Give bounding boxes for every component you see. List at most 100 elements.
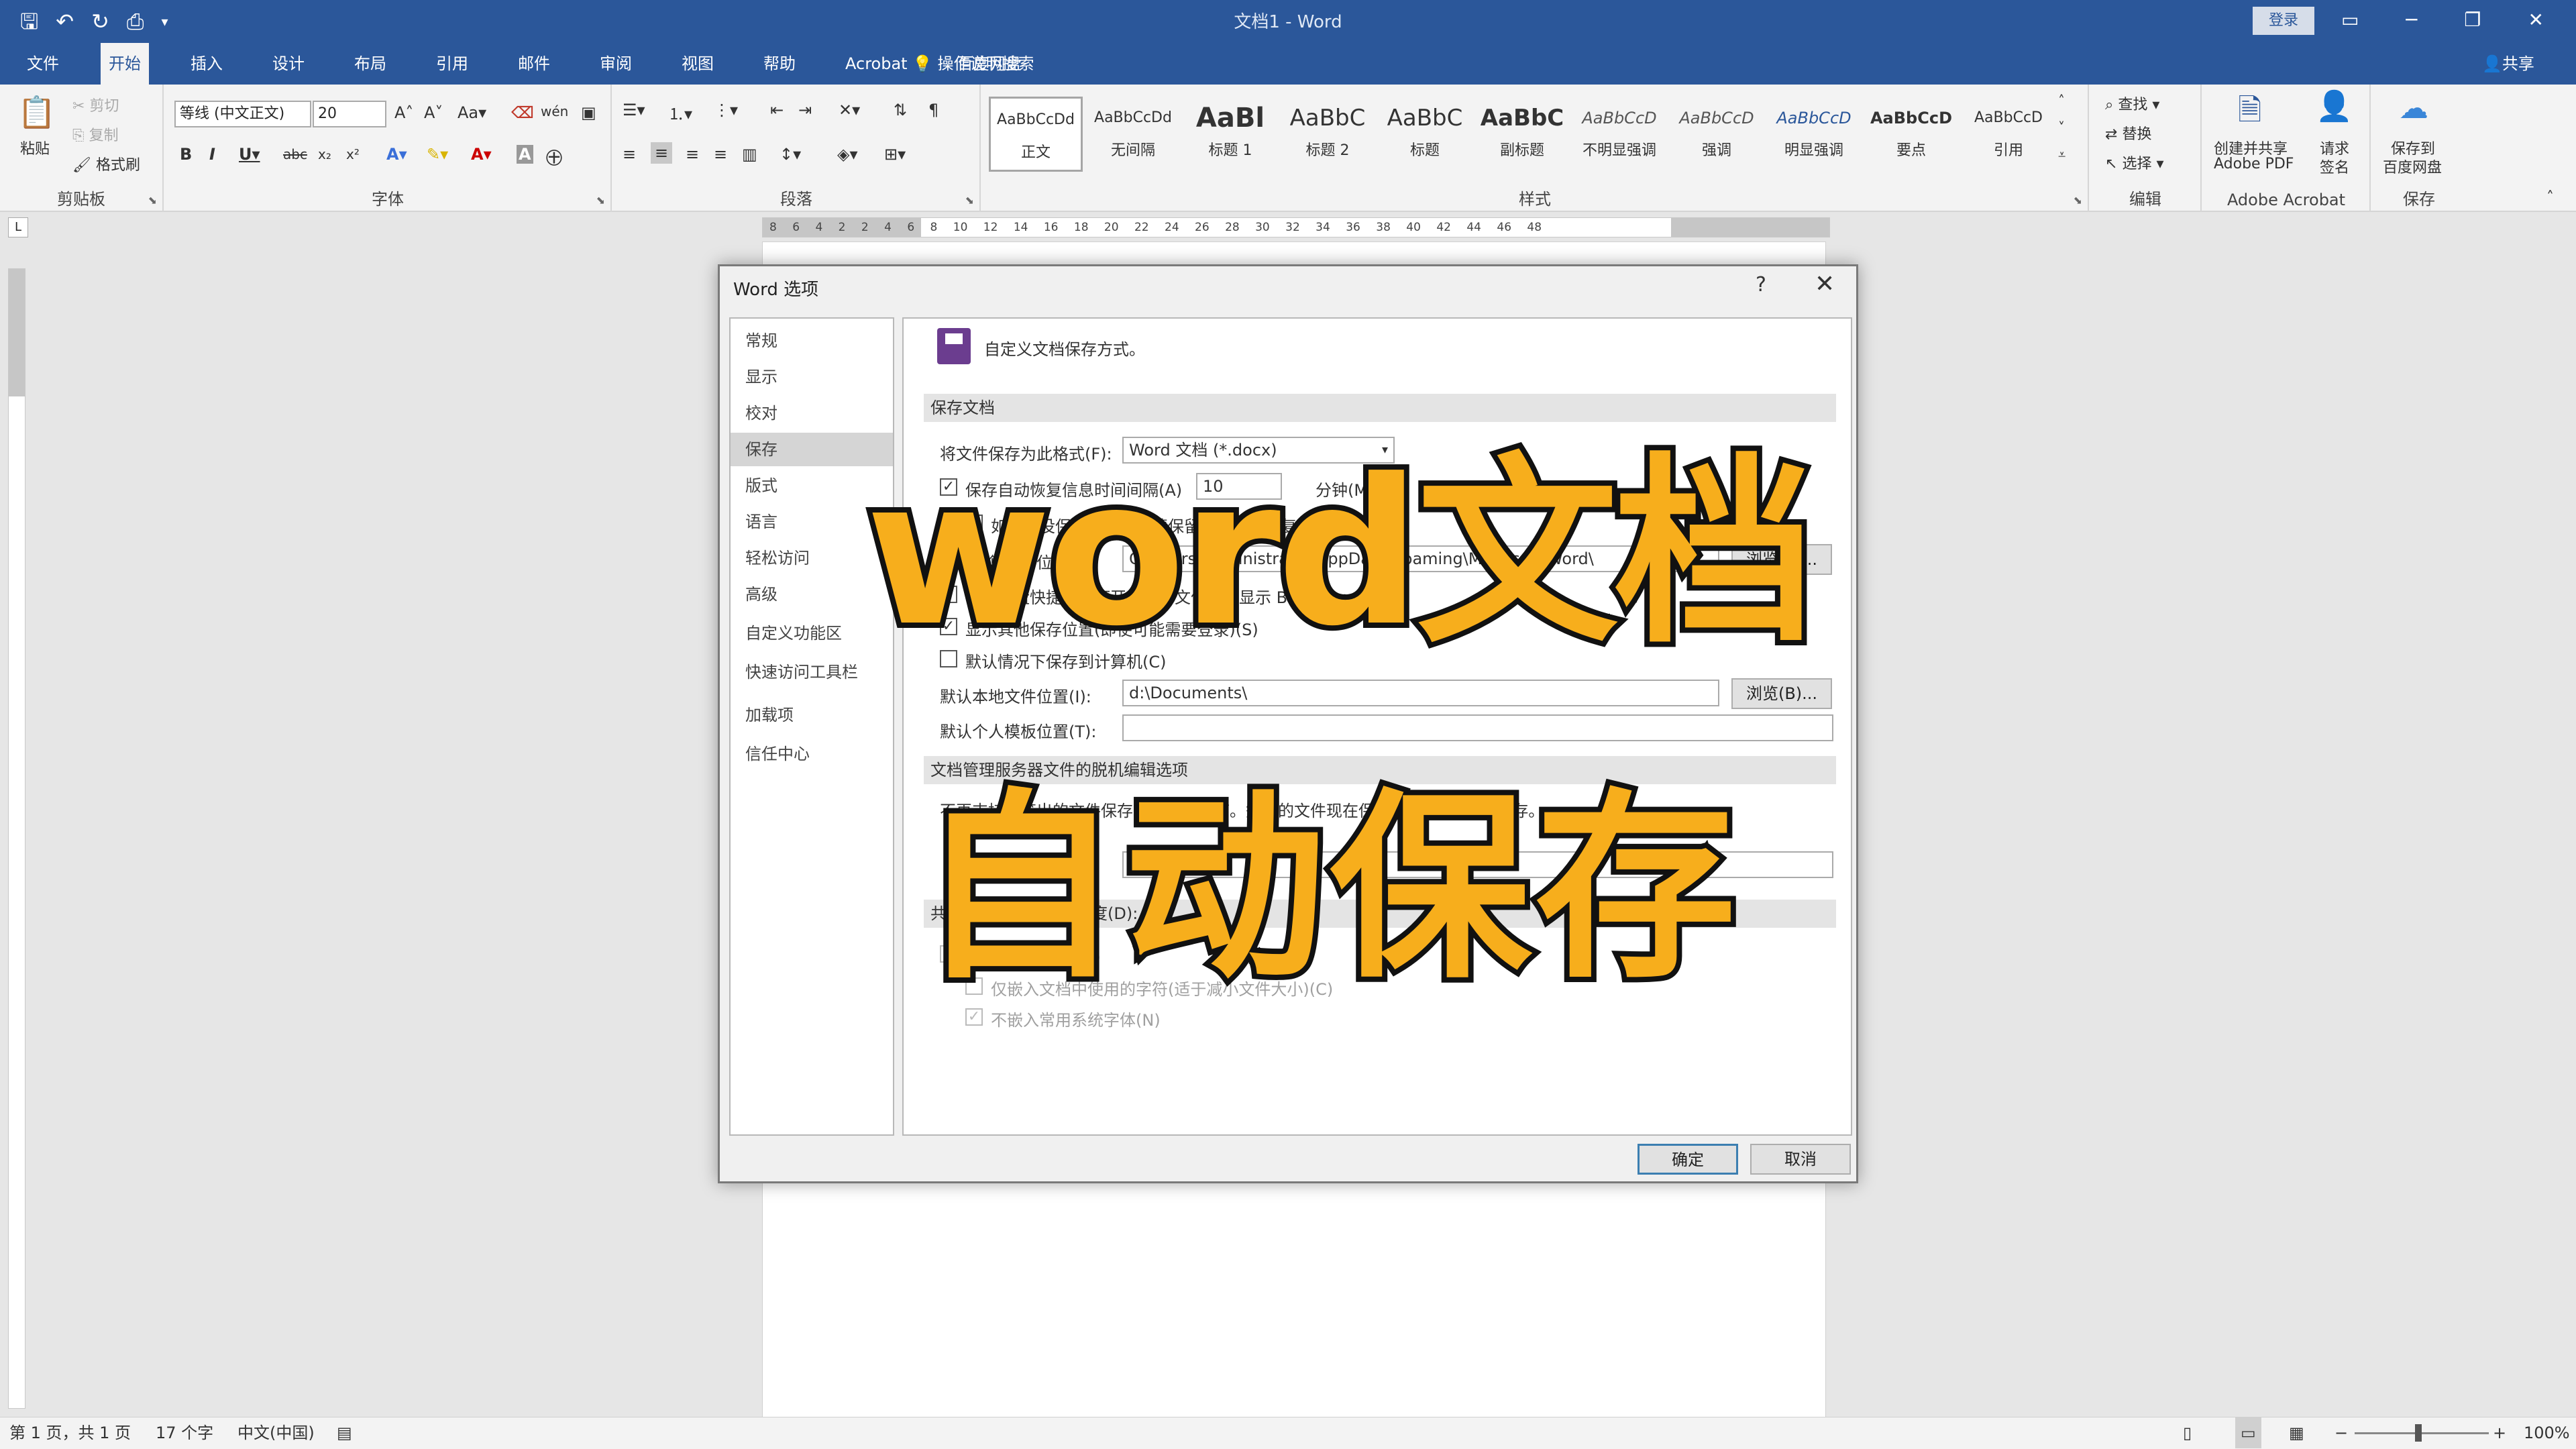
gallery-down-icon[interactable]: ˅ — [2058, 119, 2065, 136]
nav-item[interactable]: 信任中心 — [731, 737, 893, 771]
style-tile[interactable]: AaBbCcDd 无间隔 — [1086, 97, 1180, 172]
request-sign-icon[interactable]: 👤 — [2316, 89, 2353, 123]
minimize-icon[interactable]: ─ — [2406, 4, 2417, 36]
login-button[interactable]: 登录 — [2253, 7, 2314, 35]
language[interactable]: 中文(中国) — [237, 1417, 315, 1448]
share-button[interactable]: 👤共享 — [2482, 43, 2534, 85]
tab-8[interactable]: 视图 — [674, 43, 722, 85]
word-count[interactable]: 17 个字 — [156, 1417, 213, 1448]
superscript-icon[interactable]: x² — [346, 146, 360, 162]
zoom-out-icon[interactable]: − — [2334, 1417, 2348, 1448]
ribbon-display-icon[interactable]: ▭ — [2341, 4, 2359, 36]
nav-item[interactable]: 显示 — [731, 360, 893, 394]
increase-indent-icon[interactable]: ⇥ — [798, 101, 812, 119]
justify-icon[interactable]: ≡ — [714, 145, 727, 164]
style-tile[interactable]: AaBbC 标题 — [1378, 97, 1472, 172]
request-sign-label2[interactable]: 签名 — [2320, 156, 2349, 177]
close-window-icon[interactable]: ✕ — [2528, 4, 2543, 36]
zoom-slider-thumb[interactable] — [2415, 1424, 2422, 1442]
distributed-icon[interactable]: ▥ — [742, 145, 757, 164]
enclose-char-icon[interactable]: ㊉ — [546, 145, 562, 168]
tab-7[interactable]: 审阅 — [592, 43, 640, 85]
tab-4[interactable]: 布局 — [346, 43, 394, 85]
tab-5[interactable]: 引用 — [428, 43, 476, 85]
underline-icon[interactable]: U▾ — [239, 145, 260, 164]
numbering-icon[interactable]: ⒈▾ — [668, 101, 692, 124]
shading-icon[interactable]: ◈▾ — [837, 145, 858, 164]
vertical-ruler[interactable] — [8, 268, 25, 1409]
italic-icon[interactable]: I — [209, 145, 215, 164]
tab-2[interactable]: 插入 — [182, 43, 231, 85]
borders-icon[interactable]: ⊞▾ — [884, 145, 906, 164]
tab-6[interactable]: 邮件 — [510, 43, 558, 85]
tab-9[interactable]: 帮助 — [755, 43, 804, 85]
gallery-up-icon[interactable]: ˄ — [2058, 93, 2065, 109]
paste-label[interactable]: 粘贴 — [20, 137, 50, 158]
show-marks-icon[interactable]: ¶ — [928, 101, 938, 119]
paste-icon[interactable]: 📋 — [17, 94, 56, 131]
tab-1[interactable]: 开始 — [101, 43, 149, 85]
phonetic-guide-icon[interactable]: wén — [541, 103, 568, 119]
browse-button-2[interactable]: 浏览(B)... — [1731, 678, 1832, 709]
save-to-label2[interactable]: 百度网盘 — [2383, 156, 2442, 177]
read-mode-icon[interactable]: ▯ — [2183, 1417, 2192, 1448]
horizontal-ruler[interactable]: 8 6 4 2 2 4 6 8 10 12 14 16 18 20 22 24 … — [762, 217, 1830, 237]
restore-icon[interactable]: ❐ — [2464, 4, 2481, 36]
style-tile[interactable]: AaBbCcD 明显强调 — [1767, 97, 1861, 172]
nav-item[interactable]: 加载项 — [731, 698, 893, 732]
style-tile[interactable]: AaBbC 标题 2 — [1281, 97, 1375, 172]
no-common-fonts-checkbox[interactable]: ✓ — [965, 1008, 983, 1026]
font-color-icon[interactable]: A▾ — [471, 145, 492, 164]
align-center-icon[interactable]: ≡ — [651, 142, 673, 164]
tab-0[interactable]: 文件 — [19, 43, 67, 85]
cut-button[interactable]: ✂ 剪切 — [72, 94, 119, 115]
tab-10[interactable]: Acrobat — [837, 43, 916, 85]
text-effects-icon[interactable]: A▾ — [386, 145, 407, 164]
find-button[interactable]: ⌕ 查找 ▾ — [2105, 93, 2159, 114]
align-left-icon[interactable]: ≡ — [623, 145, 636, 164]
tab-3[interactable]: 设计 — [264, 43, 313, 85]
page-count[interactable]: 第 1 页，共 1 页 — [9, 1417, 131, 1448]
zoom-in-icon[interactable]: + — [2493, 1417, 2506, 1448]
multilevel-list-icon[interactable]: ⋮▾ — [714, 101, 738, 119]
cancel-button[interactable]: 取消 — [1750, 1144, 1851, 1175]
nav-item[interactable]: 常规 — [731, 324, 893, 358]
macro-record-icon[interactable]: ▤ — [337, 1417, 352, 1448]
close-icon[interactable]: ✕ — [1815, 270, 1835, 298]
tab-selector-icon[interactable]: L — [8, 217, 28, 237]
style-tile[interactable]: AaBbCcD 引用 — [1962, 97, 2055, 172]
dialog-launcher-icon[interactable]: ⬊ — [148, 194, 157, 207]
default-local-input[interactable]: d:\Documents\ — [1122, 680, 1719, 706]
sort-icon[interactable]: ⇅ — [894, 101, 907, 119]
highlight-icon[interactable]: ✎▾ — [427, 145, 448, 164]
create-pdf-icon[interactable]: 🗎 — [2238, 89, 2261, 139]
grow-font-icon[interactable]: A˄ — [394, 103, 413, 122]
dialog-launcher-icon[interactable]: ⬊ — [2074, 194, 2082, 207]
font-name-combo[interactable]: 等线 (中文正文) — [174, 101, 311, 127]
gallery-more-icon[interactable]: ⩡ — [2058, 146, 2065, 162]
default-template-input[interactable] — [1122, 714, 1833, 741]
char-border-icon[interactable]: ▣ — [581, 103, 596, 122]
copy-button[interactable]: ⎘ 复制 — [72, 123, 119, 145]
dialog-launcher-icon[interactable]: ⬊ — [965, 194, 974, 207]
collapse-ribbon-icon[interactable]: ˄ — [2546, 189, 2554, 206]
style-tile[interactable]: AaBbCcD 不明显强调 — [1572, 97, 1666, 172]
web-layout-icon[interactable]: ▦ — [2289, 1417, 2304, 1448]
create-share-pdf-label2[interactable]: Adobe PDF — [2214, 156, 2294, 172]
font-size-combo[interactable]: 20 — [313, 101, 386, 127]
dialog-launcher-icon[interactable]: ⬊ — [596, 194, 605, 207]
print-layout-icon[interactable]: ▭ — [2235, 1417, 2261, 1448]
clear-format-icon[interactable]: ⌫ — [511, 103, 534, 122]
select-button[interactable]: ↖ 选择 ▾ — [2105, 152, 2164, 173]
tell-me-search[interactable]: 💡 操作说明搜索 — [912, 43, 1034, 85]
change-case-icon[interactable]: Aa▾ — [458, 103, 486, 122]
help-icon[interactable]: ? — [1756, 273, 1766, 297]
style-tile[interactable]: AaBbC 副标题 — [1475, 97, 1569, 172]
char-shading-icon[interactable]: A — [517, 145, 533, 164]
style-tile[interactable]: AaBl 标题 1 — [1183, 97, 1277, 172]
zoom-level[interactable]: 100% — [2524, 1417, 2570, 1448]
decrease-indent-icon[interactable]: ⇤ — [770, 101, 784, 119]
shrink-font-icon[interactable]: A˅ — [424, 103, 443, 122]
bold-icon[interactable]: B — [180, 145, 192, 164]
strikethrough-icon[interactable]: abc — [283, 146, 307, 162]
